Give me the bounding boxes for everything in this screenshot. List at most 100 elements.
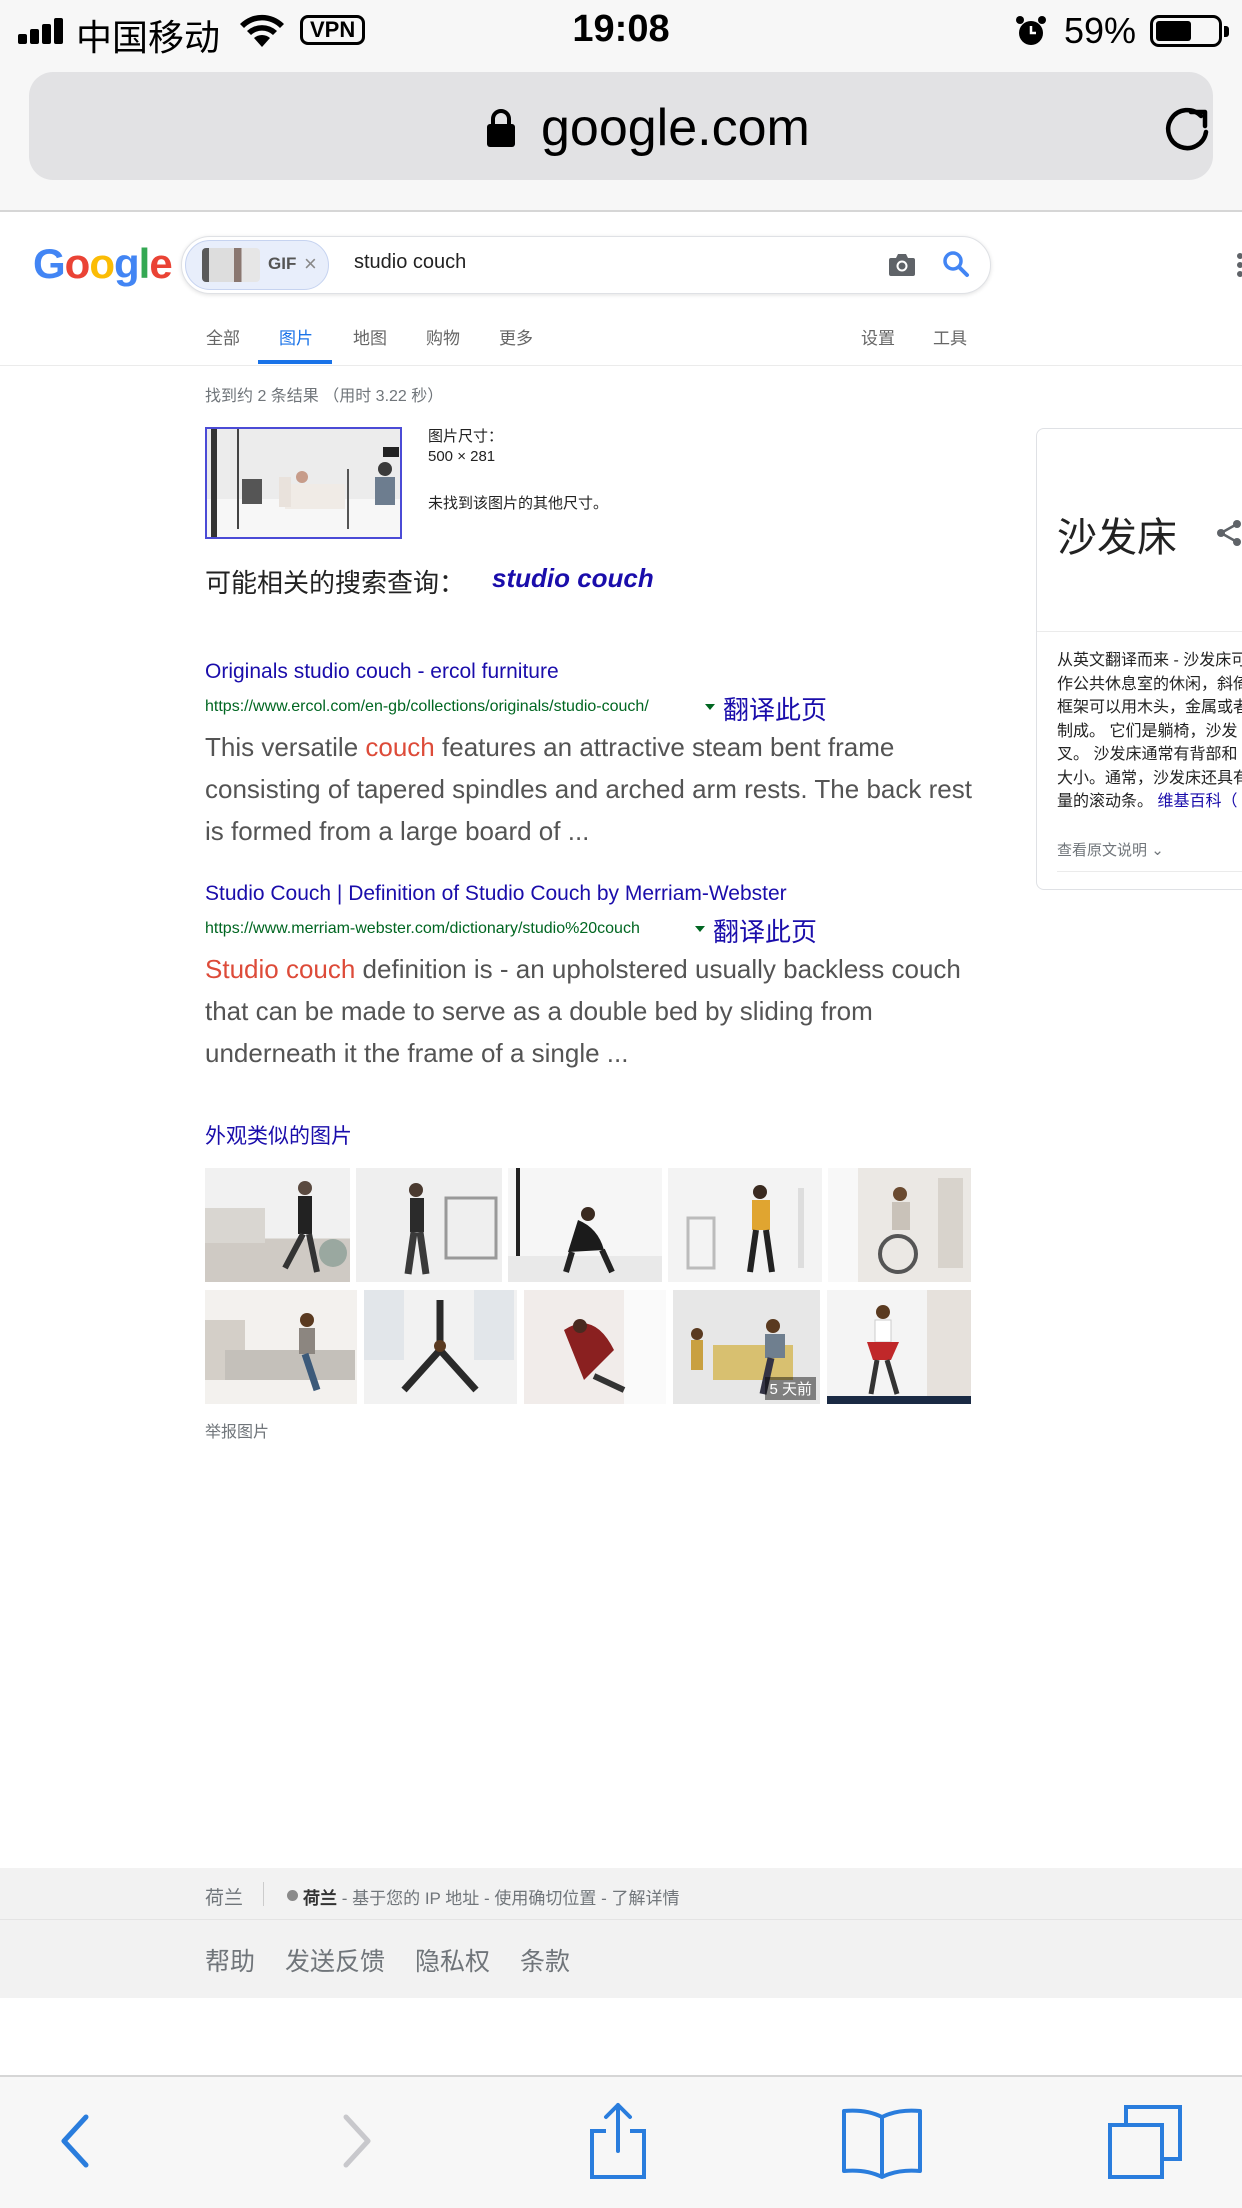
search-icon[interactable] — [942, 250, 970, 278]
description-line: 叉。 沙发床通常有背部和 — [1057, 746, 1238, 763]
query-image-photo — [207, 429, 400, 537]
image-size-info: 图片尺寸： 500 × 281 — [428, 427, 503, 467]
search-input[interactable]: studio couch — [354, 251, 466, 274]
translate-page-link[interactable]: 翻译此页 — [723, 690, 827, 727]
search-result: Studio Couch | Definition of Studio Couc… — [205, 882, 975, 1074]
search-box[interactable]: GIF × studio couch — [181, 236, 991, 294]
logo-letter: l — [138, 240, 151, 287]
google-logo[interactable]: Google — [33, 240, 173, 288]
footer-links: 帮助 发送反馈 隐私权 条款 — [205, 1942, 600, 1978]
view-original-link[interactable]: 查看原文说明 ⌄ — [1057, 839, 1164, 860]
gif-chip-label: GIF — [268, 254, 297, 273]
similar-image[interactable] — [524, 1290, 666, 1404]
share-icon[interactable] — [578, 2101, 658, 2181]
divider — [1037, 631, 1242, 632]
result-url-row: https://www.ercol.com/en-gb/collections/… — [205, 690, 975, 725]
tab-shopping[interactable]: 购物 — [426, 324, 460, 349]
footer-location-name: 荷兰 — [303, 1889, 337, 1908]
share-icon[interactable] — [1215, 519, 1242, 547]
similar-image[interactable] — [364, 1290, 517, 1404]
similar-image[interactable] — [205, 1168, 350, 1282]
lock-icon — [487, 109, 515, 147]
description-line: 从英文翻译而来 - 沙发床可 — [1057, 652, 1242, 669]
snippet-highlight: couch — [365, 732, 435, 762]
wikipedia-link[interactable]: 维基百科（ — [1157, 793, 1237, 810]
tab-more[interactable]: 更多 — [499, 324, 533, 349]
related-search-link[interactable]: studio couch — [492, 563, 654, 594]
description-line: 作公共休息室的休闲，斜倚 — [1057, 675, 1242, 693]
result-title-link[interactable]: Studio Couch | Definition of Studio Couc… — [205, 882, 975, 906]
divider — [263, 1882, 264, 1906]
image-size-note: 未找到该图片的其他尺寸。 — [428, 495, 609, 512]
bookmarks-icon[interactable] — [842, 2101, 922, 2181]
result-url: https://www.ercol.com/en-gb/collections/… — [205, 698, 649, 715]
description-line: 量的滚动条。 — [1057, 793, 1154, 810]
description-line: 大小。通常，沙发床还具有 — [1057, 769, 1242, 787]
footer-location-detail[interactable]: - 基于您的 IP 地址 - 使用确切位置 - 了解详情 — [337, 1889, 680, 1908]
footer-link-help[interactable]: 帮助 — [205, 1948, 255, 1976]
url-dropdown-icon[interactable] — [695, 926, 705, 932]
related-search-label: 可能相关的搜索查询： — [205, 568, 466, 598]
similar-image[interactable] — [356, 1168, 502, 1282]
similar-image[interactable]: 5 天前 — [673, 1290, 820, 1404]
result-title-link[interactable]: Originals studio couch - ercol furniture — [205, 660, 975, 684]
report-images-link[interactable]: 举报图片 — [205, 1418, 269, 1442]
battery-percentage: 59% — [1064, 10, 1137, 51]
tab-tools[interactable]: 工具 — [933, 324, 967, 349]
query-image[interactable] — [205, 427, 402, 539]
battery-level — [1156, 21, 1191, 41]
browser-toolbar — [0, 2075, 1242, 2208]
search-result: Originals studio couch - ercol furniture… — [205, 660, 975, 852]
search-by-image-chip[interactable]: GIF × — [185, 240, 329, 290]
forward-icon[interactable] — [314, 2101, 394, 2181]
page-footer: 荷兰 荷兰 - 基于您的 IP 地址 - 使用确切位置 - 了解详情 帮助 发送反… — [0, 1868, 1242, 1998]
knowledge-panel: 沙发床 从英文翻译而来 - 沙发床可 作公共休息室的休闲，斜倚 框架可以用木头，… — [1036, 428, 1242, 890]
query-image-thumbnail — [202, 248, 260, 282]
footer-link-terms[interactable]: 条款 — [520, 1948, 570, 1976]
footer-country: 荷兰 — [205, 1888, 244, 1909]
back-icon[interactable] — [38, 2101, 118, 2181]
description-line: 制成。 它们是躺椅，沙发 — [1057, 722, 1238, 740]
tab-settings[interactable]: 设置 — [861, 324, 895, 349]
image-size-label: 图片尺寸： — [428, 428, 504, 445]
reload-icon[interactable] — [1161, 102, 1213, 154]
address-bar[interactable]: google.com — [29, 72, 1213, 180]
tab-all[interactable]: 全部 — [206, 324, 240, 349]
logo-letter: e — [149, 240, 172, 287]
logo-letter: G — [33, 240, 66, 287]
footer-link-privacy[interactable]: 隐私权 — [415, 1948, 490, 1976]
chevron-down-icon: ⌄ — [1151, 842, 1164, 859]
footer-location: 荷兰 - 基于您的 IP 地址 - 使用确切位置 - 了解详情 — [303, 1884, 680, 1909]
knowledge-panel-description: 从英文翻译而来 - 沙发床可 作公共休息室的休闲，斜倚 框架可以用木头，金属或者… — [1057, 649, 1242, 814]
image-size-value: 500 × 281 — [428, 448, 496, 465]
similar-image[interactable] — [205, 1290, 357, 1404]
apps-icon[interactable] — [1234, 252, 1242, 278]
active-tab-indicator — [258, 360, 332, 364]
image-date-badge: 5 天前 — [765, 1377, 816, 1400]
knowledge-panel-title: 沙发床 — [1057, 516, 1177, 560]
footer-link-feedback[interactable]: 发送反馈 — [285, 1948, 385, 1976]
similar-image[interactable] — [668, 1168, 822, 1282]
search-tabs: 全部 图片 地图 购物 更多 设置 工具 — [0, 318, 1242, 366]
clock: 19:08 — [572, 8, 670, 50]
browser-top-bar: google.com — [0, 62, 1242, 212]
similar-image[interactable] — [828, 1168, 971, 1282]
similar-image[interactable] — [827, 1290, 971, 1404]
logo-letter: o — [89, 240, 115, 287]
result-url: https://www.merriam-webster.com/dictiona… — [205, 920, 640, 937]
result-url-row: https://www.merriam-webster.com/dictiona… — [205, 912, 975, 947]
alarm-icon — [1016, 16, 1046, 45]
tab-maps[interactable]: 地图 — [353, 324, 387, 349]
translate-page-link[interactable]: 翻译此页 — [713, 912, 817, 949]
close-icon[interactable]: × — [304, 251, 317, 277]
url-dropdown-icon[interactable] — [705, 704, 715, 710]
similar-images-title[interactable]: 外观类似的图片 — [205, 1120, 352, 1150]
snippet-text: This versatile — [205, 732, 366, 762]
tabs-icon[interactable] — [1106, 2101, 1186, 2181]
logo-letter: o — [64, 240, 91, 287]
status-bar: 中国移动 VPN 19:08 59% — [0, 0, 1242, 62]
similar-image[interactable] — [508, 1168, 662, 1282]
camera-icon[interactable] — [888, 252, 916, 278]
divider — [1057, 871, 1242, 872]
tab-images[interactable]: 图片 — [279, 324, 313, 349]
